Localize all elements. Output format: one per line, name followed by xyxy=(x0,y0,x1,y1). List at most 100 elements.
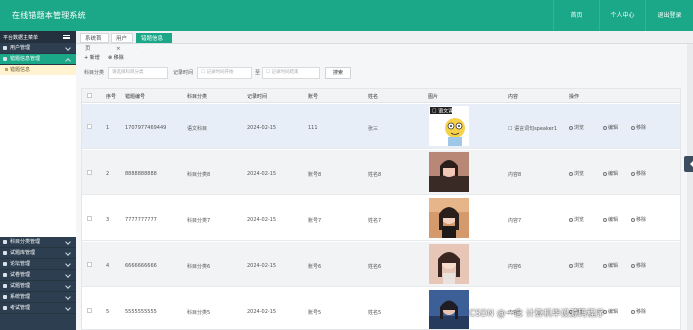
sidebar-subitem-wrong-question-info[interactable]: 错题信息 xyxy=(0,65,76,75)
remove-button[interactable]: 移除 xyxy=(631,216,646,223)
collapse-handle[interactable] xyxy=(684,156,693,172)
gear-icon xyxy=(3,295,7,299)
col-subject: 科目分类 xyxy=(187,94,208,100)
tab-bar: 系统首页 用户 × 错题信息 × xyxy=(76,31,693,52)
action-label: 移除 xyxy=(636,217,647,223)
action-label: 移除 xyxy=(636,309,647,315)
remove-button[interactable]: 移除 xyxy=(631,170,646,177)
view-button[interactable]: 浏览 xyxy=(569,262,584,269)
folder-icon xyxy=(3,306,7,310)
sidebar-item-label: 论坛管理 xyxy=(10,261,31,267)
watermark: CSDN @一念 计算机毕设源码程序 xyxy=(469,309,605,319)
list-icon xyxy=(3,57,7,61)
row-checkbox[interactable] xyxy=(87,216,92,221)
action-icon xyxy=(631,218,635,222)
cell-code: 7777777777 xyxy=(125,217,157,223)
nav-home[interactable]: 首页 xyxy=(553,0,599,31)
action-icon xyxy=(569,126,573,130)
sidebar-item-system[interactable]: 系统管理 xyxy=(0,292,76,303)
sidebar-item-papers[interactable]: 试卷管理 xyxy=(0,270,76,281)
table-row[interactable]: 2 8888888888 科目分类8 2024-02-15 账号8 姓名8 内容8 浏览 编辑 移… xyxy=(82,150,680,195)
cell-content: 内容6 xyxy=(508,264,522,270)
table-row[interactable]: 1 1707977469449 语文科目 2024-02-15 111 张三 ☐ 语言词句s… xyxy=(82,104,680,149)
action-icon xyxy=(631,126,635,130)
cell-code: 8888888888 xyxy=(125,171,157,177)
subject-select[interactable]: 请选择科目分类 xyxy=(108,67,168,79)
add-button[interactable]: + 新增 xyxy=(84,53,104,63)
chevron-down-icon xyxy=(65,261,71,267)
cell-name: 姓名7 xyxy=(368,218,382,224)
nav-profile[interactable]: 个人中心 xyxy=(599,0,645,31)
table-row[interactable]: 3 7777777777 科目分类7 2024-02-15 账号7 姓名7 内容7 浏览 编辑 移… xyxy=(82,196,680,241)
sidebar-item-users[interactable]: 用户管理 xyxy=(0,43,76,54)
sidebar-item-questions[interactable]: 试题管理 xyxy=(0,281,76,292)
cell-no: 2 xyxy=(106,171,110,177)
cell-no: 1 xyxy=(106,125,110,131)
top-nav: 首页 个人中心 退出登录 xyxy=(553,0,693,31)
sidebar-item-wrong-questions[interactable]: 错题信息管理 xyxy=(0,54,76,65)
cell-account: 账号8 xyxy=(308,172,322,178)
start-date-input[interactable]: ☐ 记录时间开始 xyxy=(197,67,252,79)
chevron-down-icon xyxy=(65,45,71,51)
menu-toggle-icon[interactable] xyxy=(63,35,70,39)
search-button[interactable]: 搜索 xyxy=(325,67,351,79)
view-button[interactable]: 浏览 xyxy=(569,216,584,223)
cell-no: 4 xyxy=(106,263,110,269)
cell-content: 内容8 xyxy=(508,172,522,178)
folder-icon xyxy=(3,251,7,255)
sidebar-item-question-bank[interactable]: 试题库管理 xyxy=(0,248,76,259)
sidebar-item-subject-category[interactable]: 科目分类管理 xyxy=(0,237,76,248)
row-checkbox[interactable] xyxy=(87,124,92,129)
row-checkbox[interactable] xyxy=(87,308,92,313)
page-scrollbar[interactable] xyxy=(687,44,693,330)
action-icon xyxy=(569,264,573,268)
col-account: 账号 xyxy=(308,94,319,100)
delete-button[interactable]: ⊗ 移除 xyxy=(108,53,130,63)
edit-button[interactable]: 编辑 xyxy=(603,170,618,177)
sidebar-blank xyxy=(0,75,76,237)
cell-no: 5 xyxy=(106,309,110,315)
edit-button[interactable]: 编辑 xyxy=(603,124,618,131)
edit-button[interactable]: 编辑 xyxy=(603,262,618,269)
action-label: 编辑 xyxy=(608,309,619,315)
table-row[interactable]: 4 6666666666 科目分类6 2024-02-15 账号6 姓名6 内容6 浏览 编辑 移… xyxy=(82,242,680,287)
action-label: 浏览 xyxy=(574,263,585,269)
sidebar-item-label: 用户管理 xyxy=(10,45,31,51)
cell-code: 1707977469449 xyxy=(125,125,167,131)
remove-button[interactable]: 移除 xyxy=(631,262,646,269)
chevron-down-icon xyxy=(65,272,71,278)
row-checkbox[interactable] xyxy=(87,262,92,267)
chevron-down-icon xyxy=(65,58,71,64)
time-label: 记录时间 xyxy=(173,70,194,76)
view-button[interactable]: 浏览 xyxy=(569,124,584,131)
sidebar-title: 平台数据主菜单 xyxy=(3,35,39,41)
select-all-checkbox[interactable] xyxy=(87,93,92,98)
folder-icon xyxy=(3,262,7,266)
top-header: 在线错题本管理系统 首页 个人中心 退出登录 xyxy=(0,0,693,31)
nav-logout[interactable]: 退出登录 xyxy=(645,0,693,31)
col-actions: 操作 xyxy=(569,94,580,100)
view-button[interactable]: 浏览 xyxy=(569,170,584,177)
tab-wrong-question-info[interactable]: 错题信息 × xyxy=(136,33,172,52)
action-label: 浏览 xyxy=(574,125,585,131)
sidebar-item-forum[interactable]: 论坛管理 xyxy=(0,259,76,270)
remove-button[interactable]: 移除 xyxy=(631,308,646,315)
sidebar-lower-menu: 科目分类管理 试题库管理 论坛管理 试卷管理 试题管理 系统管理 考试管理 xyxy=(0,237,76,314)
tab-users[interactable]: 用户 × xyxy=(111,33,133,52)
end-date-input[interactable]: ☐ 记录时间结束 xyxy=(262,67,320,79)
action-icon xyxy=(603,172,607,176)
edit-button[interactable]: 编辑 xyxy=(603,308,618,315)
question-image: ☐ 语文课程 xyxy=(429,106,469,146)
subject-label: 科目分类 xyxy=(84,70,105,76)
tab-home[interactable]: 系统首页 xyxy=(80,33,109,52)
row-checkbox[interactable] xyxy=(87,170,92,175)
action-label: 编辑 xyxy=(608,217,619,223)
remove-button[interactable]: 移除 xyxy=(631,124,646,131)
col-code: 错题编号 xyxy=(125,94,146,100)
sidebar-item-exams[interactable]: 考试管理 xyxy=(0,303,76,314)
cell-time: 2024-02-15 xyxy=(247,125,277,131)
cell-subject: 科目分类6 xyxy=(187,264,211,270)
edit-button[interactable]: 编辑 xyxy=(603,216,618,223)
action-label: 浏览 xyxy=(574,217,585,223)
cell-name: 姓名6 xyxy=(368,264,382,270)
